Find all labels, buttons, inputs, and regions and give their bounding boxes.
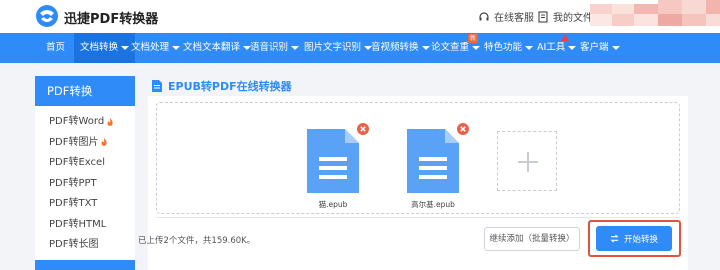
- chevron-down-icon: [121, 45, 130, 50]
- chevron-down-icon: [568, 45, 577, 50]
- remove-file-icon[interactable]: [457, 123, 469, 135]
- main-nav: 首页 文档转换 文档处理 文档文本翻译 语音识别 图片文字识别 音视频转换 论文…: [0, 33, 720, 63]
- sidebar-item-pdf-to-word[interactable]: PDF转Word: [35, 112, 135, 133]
- epub-file-icon: [307, 129, 359, 193]
- nav-label: 论文查重: [431, 42, 470, 53]
- nav-item-doc-convert[interactable]: 文档转换: [74, 33, 136, 63]
- start-convert-button[interactable]: 开始转换: [596, 226, 672, 251]
- top-header: 迅捷PDF转换器 在线客服 我的文件: [0, 0, 720, 33]
- nav-item-client[interactable]: 客户端: [580, 33, 620, 63]
- continue-add-button[interactable]: 继续添加（批量转换）: [484, 227, 580, 251]
- sidebar-item-label: PDF转长图: [49, 239, 99, 250]
- upload-status: 已上传2个文件，共159.60K。: [138, 236, 256, 246]
- page-title: EPUB转PDF在线转换器: [152, 78, 292, 94]
- file-dropzone[interactable]: 猫.epub 高尔基.epub: [156, 102, 680, 214]
- headset-icon: [479, 11, 489, 20]
- app-logo-icon[interactable]: [35, 4, 59, 28]
- fire-icon: [101, 138, 108, 147]
- chevron-down-icon: [525, 45, 534, 50]
- file-icon: [152, 80, 162, 92]
- sidebar-item-label: PDF转HTML: [49, 218, 107, 230]
- convert-icon: [610, 234, 619, 243]
- sidebar-item-label: PDF转PPT: [49, 177, 97, 189]
- file-name: 高尔基.epub: [411, 200, 455, 209]
- file-card[interactable]: 高尔基.epub: [403, 123, 469, 213]
- nav-item-speech[interactable]: 语音识别: [250, 33, 300, 63]
- brand-name[interactable]: 迅捷PDF转换器: [64, 8, 158, 27]
- nav-item-translate[interactable]: 文档文本翻译: [183, 33, 252, 63]
- file-card[interactable]: 猫.epub: [303, 123, 369, 213]
- sidebar-item-label: PDF转图片: [49, 136, 99, 148]
- nav-label: 客户端: [580, 42, 609, 53]
- page-title-text: EPUB转PDF在线转换器: [168, 80, 292, 93]
- chevron-down-icon: [611, 45, 620, 50]
- remove-file-icon[interactable]: [357, 123, 369, 135]
- new-badge: 新: [468, 34, 478, 43]
- chevron-down-icon: [172, 45, 181, 50]
- nav-item-ai-tools[interactable]: AI工具: [537, 33, 577, 63]
- sidebar-next-section[interactable]: [35, 260, 135, 270]
- sidebar-item-pdf-to-excel[interactable]: PDF转Excel: [35, 153, 135, 174]
- nav-label: AI工具: [537, 42, 566, 53]
- document-icon: [538, 10, 548, 23]
- nav-item-av-convert[interactable]: 音视频转换: [371, 33, 430, 63]
- hot-badge-icon: [561, 34, 569, 41]
- chevron-down-icon: [421, 45, 430, 50]
- support-link[interactable]: 在线客服: [478, 9, 534, 24]
- nav-label: 图片文字识别: [304, 42, 362, 53]
- sidebar-item-label: PDF转Excel: [49, 157, 105, 168]
- my-files-label: 我的文件: [553, 13, 593, 24]
- sidebar-item-label: PDF转TXT: [49, 198, 98, 209]
- nav-item-ocr[interactable]: 图片文字识别: [304, 33, 373, 63]
- sidebar-item-pdf-to-long-image[interactable]: PDF转长图: [35, 235, 135, 256]
- nav-label: 文档文本翻译: [183, 42, 241, 53]
- chevron-down-icon: [291, 45, 300, 50]
- nav-label: 首页: [46, 42, 66, 53]
- nav-label: 文档处理: [131, 42, 170, 53]
- sidebar-item-pdf-to-txt[interactable]: PDF转TXT: [35, 194, 135, 215]
- nav-item-features[interactable]: 特色功能: [484, 33, 534, 63]
- sidebar: PDF转换 PDF转Word PDF转图片 PDF转Excel PDF转PPT …: [35, 76, 135, 270]
- panel-divider: [156, 217, 680, 218]
- sidebar-item-label: PDF转Word: [49, 116, 105, 127]
- start-convert-label: 开始转换: [623, 234, 658, 245]
- fire-icon: [107, 117, 113, 126]
- nav-item-home[interactable]: 首页: [46, 33, 65, 63]
- add-file-button[interactable]: [497, 131, 557, 191]
- sidebar-title: PDF转换: [35, 76, 135, 106]
- file-name: 猫.epub: [318, 200, 348, 209]
- sidebar-item-pdf-to-ppt[interactable]: PDF转PPT: [35, 174, 135, 195]
- nav-label: 文档转换: [80, 42, 119, 53]
- nav-label: 音视频转换: [371, 42, 419, 53]
- sidebar-item-pdf-to-image[interactable]: PDF转图片: [35, 133, 135, 154]
- sidebar-item-pdf-to-html[interactable]: PDF转HTML: [35, 215, 135, 236]
- user-account-blurred[interactable]: [590, 0, 720, 33]
- nav-label: 特色功能: [484, 42, 523, 53]
- nav-item-doc-process[interactable]: 文档处理: [131, 33, 181, 63]
- epub-file-icon: [407, 129, 459, 193]
- chevron-down-icon: [472, 45, 481, 50]
- nav-label: 语音识别: [250, 42, 289, 53]
- support-label: 在线客服: [494, 13, 534, 24]
- my-files-link[interactable]: 我的文件: [537, 9, 593, 24]
